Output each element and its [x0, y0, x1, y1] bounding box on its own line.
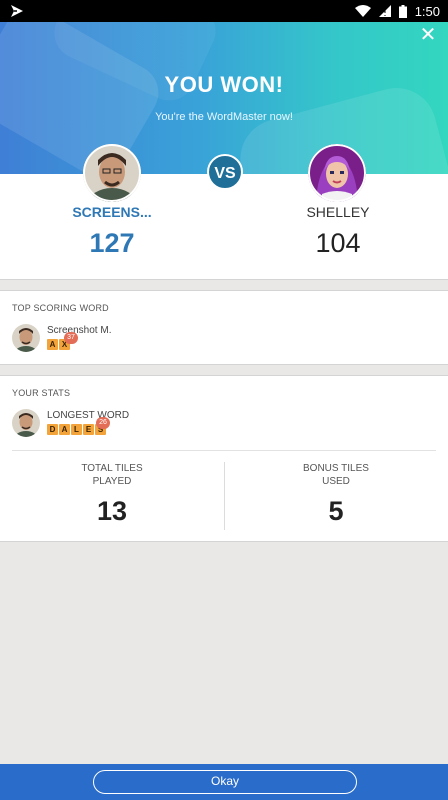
- status-time: 1:50: [414, 3, 440, 19]
- status-bar: 1:50: [0, 0, 448, 22]
- letter-tile: L: [71, 424, 82, 435]
- bonus-tiles-label-2: USED: [322, 476, 350, 487]
- player-right-name: SHELLEY: [306, 204, 370, 220]
- app-notification-icon: [11, 5, 23, 17]
- letter-tile: A: [59, 424, 70, 435]
- your-stats-card: YOUR STATS LONGEST WORD D A L E S 26 TOT…: [0, 375, 448, 542]
- okay-button[interactable]: Okay: [93, 770, 357, 794]
- status-left: [10, 4, 24, 18]
- close-button[interactable]: ✕: [416, 24, 440, 48]
- longest-word-label: LONGEST WORD: [47, 410, 130, 421]
- close-icon: ✕: [419, 24, 437, 46]
- player-right-score: 104: [315, 228, 361, 258]
- top-word-points-badge: 37: [64, 332, 78, 344]
- total-tiles-stat: TOTAL TILES PLAYED 13: [0, 462, 224, 527]
- status-right: 1:50: [354, 3, 440, 19]
- longest-word-points-badge: 26: [96, 417, 110, 429]
- top-scoring-word-label: TOP SCORING WORD: [12, 303, 109, 313]
- player-left-avatar[interactable]: [83, 144, 141, 202]
- wifi-icon: [354, 5, 371, 17]
- divider: [12, 450, 436, 451]
- victory-banner: ✕ YOU WON! You're the WordMaster now!: [0, 22, 448, 174]
- player-right-avatar[interactable]: [308, 144, 366, 202]
- player-left-name: SCREENS...: [72, 204, 152, 220]
- total-tiles-value: 13: [96, 496, 128, 526]
- signal-icon: [378, 5, 391, 17]
- total-tiles-label: TOTAL TILES: [81, 463, 143, 474]
- letter-tile: A: [47, 339, 58, 350]
- total-tiles-label-2: PLAYED: [92, 476, 132, 487]
- result-title: YOU WON!: [164, 72, 284, 97]
- your-stats-label: YOUR STATS: [12, 388, 71, 398]
- bonus-tiles-label: BONUS TILES: [303, 463, 369, 474]
- vs-badge: VS: [207, 154, 243, 190]
- top-scoring-word-card: TOP SCORING WORD Screenshot M. A X 37: [0, 290, 448, 365]
- battery-icon: [398, 4, 407, 18]
- player-left-score: 127: [89, 228, 135, 258]
- letter-tile: E: [83, 424, 94, 435]
- bonus-tiles-value: 5: [328, 496, 344, 526]
- top-word-player-avatar: [12, 324, 40, 352]
- letter-tile: D: [47, 424, 58, 435]
- bonus-tiles-stat: BONUS TILES USED 5: [224, 462, 448, 527]
- top-word-player-name: Screenshot M.: [47, 325, 112, 336]
- result-subtitle: You're the WordMaster now!: [155, 111, 293, 123]
- footer-bar: Okay: [0, 764, 448, 800]
- longest-word-player-avatar: [12, 409, 40, 437]
